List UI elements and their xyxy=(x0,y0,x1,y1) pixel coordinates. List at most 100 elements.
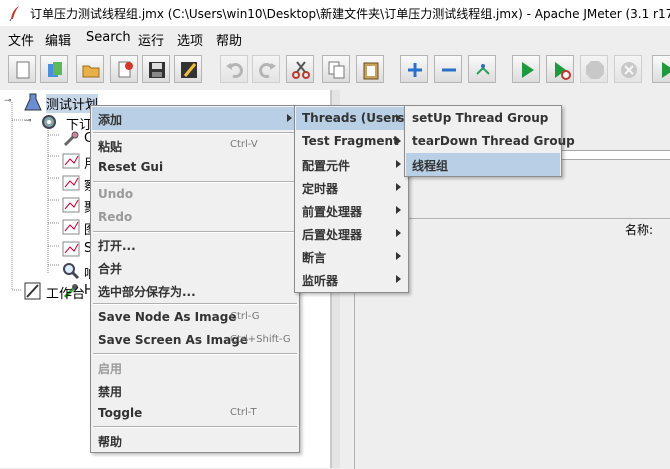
menu-disable[interactable]: 禁用 xyxy=(92,379,298,402)
submenu-thread-group[interactable]: 线程组 xyxy=(406,153,560,176)
tree-child-listener-5[interactable]: S xyxy=(62,240,92,262)
menu-help-label: 帮助 xyxy=(98,435,123,449)
tree-child-listener-4[interactable]: 图 xyxy=(62,218,97,240)
collapse-all-button[interactable] xyxy=(434,55,462,83)
submenu-postprocessor[interactable]: 后置处理器 xyxy=(296,222,407,245)
name-label: 名称: xyxy=(625,223,654,237)
redo-button[interactable] xyxy=(252,55,280,83)
graph-icon xyxy=(62,219,80,235)
submenu-teardown-thread-group[interactable]: tearDown Thread Group xyxy=(406,130,575,153)
submenu-arrow-icon xyxy=(396,160,401,168)
submenu-arrow-icon xyxy=(396,275,401,283)
menu-enable[interactable]: 启用 xyxy=(92,356,298,379)
menu-open[interactable]: 打开... xyxy=(92,233,298,256)
menu-help[interactable]: 帮助 xyxy=(216,30,242,49)
menu-undo[interactable]: Undo xyxy=(92,183,298,206)
magnifier-icon xyxy=(63,263,80,280)
menu-run[interactable]: 运行 xyxy=(138,30,164,49)
remote-start-button[interactable] xyxy=(652,55,670,83)
workbench-icon xyxy=(24,282,41,300)
templates-icon xyxy=(48,62,62,77)
copy-button[interactable] xyxy=(322,55,350,83)
submenu-arrow-icon xyxy=(396,229,401,237)
menu-enable-label: 启用 xyxy=(98,362,123,376)
redo-icon xyxy=(259,63,276,78)
submenu-test-fragment-label: Test Fragment xyxy=(302,134,399,148)
menu-redo[interactable]: Redo xyxy=(92,206,298,229)
plus-icon xyxy=(408,63,422,77)
save-button[interactable] xyxy=(142,55,170,83)
graph-icon xyxy=(62,175,80,191)
menu-separator xyxy=(93,303,297,305)
submenu-test-fragment[interactable]: Test Fragment xyxy=(296,130,407,153)
scissors-icon xyxy=(292,61,310,79)
submenu-threads[interactable]: Threads (Users) xyxy=(296,107,410,130)
jmeter-feather-icon xyxy=(9,6,19,21)
menu-toggle[interactable]: Toggle Ctrl-T xyxy=(92,402,298,425)
graph-icon xyxy=(62,153,80,169)
menu-reset-gui-label: Reset Gui xyxy=(98,160,164,174)
menu-reset-gui[interactable]: Reset Gui xyxy=(92,156,298,179)
new-button[interactable] xyxy=(8,55,36,83)
menu-undo-label: Undo xyxy=(98,187,134,201)
menu-save-screen-image-label: Save Screen As Image xyxy=(98,333,248,347)
submenu-config[interactable]: 配置元件 xyxy=(296,153,407,176)
menu-open-label: 打开... xyxy=(98,239,136,253)
start-button[interactable] xyxy=(512,55,540,83)
submenu-setup-thread-group[interactable]: setUp Thread Group xyxy=(406,107,560,130)
submenu-listener[interactable]: 监听器 xyxy=(296,268,407,291)
undo-button[interactable] xyxy=(220,55,248,83)
stop-button[interactable] xyxy=(580,55,608,83)
menu-save-screen-image[interactable]: Save Screen As Image Ctrl+Shift-G xyxy=(92,329,298,352)
paste-icon xyxy=(363,62,379,80)
menu-edit[interactable]: 编辑 xyxy=(45,30,71,49)
tree-child-listener-2[interactable]: 察 xyxy=(62,174,97,196)
play-no-timers-icon xyxy=(555,62,571,80)
expand-all-button[interactable] xyxy=(400,55,428,83)
collapse-toggle-icon[interactable]: ⊸ xyxy=(4,96,12,106)
add-submenu: Threads (Users) Test Fragment 配置元件 定时器 前… xyxy=(294,105,410,293)
close-button[interactable] xyxy=(110,55,138,83)
tree-child-listener-1[interactable]: 用 xyxy=(62,152,97,174)
submenu-timer[interactable]: 定时器 xyxy=(296,176,407,199)
menu-add[interactable]: 添加 xyxy=(92,107,298,130)
save-as-button[interactable] xyxy=(174,55,202,83)
tree-child-listener-3[interactable]: 聚 xyxy=(62,196,97,218)
new-icon xyxy=(16,61,30,79)
open-button[interactable] xyxy=(76,55,104,83)
collapse-toggle-icon[interactable]: ⊸ xyxy=(24,116,32,126)
submenu-threads-label: Threads (Users) xyxy=(302,111,410,125)
tree-child-config[interactable]: C xyxy=(62,130,93,152)
submenu-arrow-icon xyxy=(287,114,292,122)
submenu-preprocessor[interactable]: 前置处理器 xyxy=(296,199,407,222)
stop-icon xyxy=(586,61,604,79)
submenu-assertion[interactable]: 断言 xyxy=(296,245,407,268)
menu-separator xyxy=(93,426,297,428)
wrench-icon xyxy=(63,131,79,147)
tree-child-listener-6[interactable]: 响 xyxy=(62,262,97,284)
submenu-timer-label: 定时器 xyxy=(302,182,339,196)
templates-button[interactable] xyxy=(40,55,68,83)
start-no-pauses-button[interactable] xyxy=(546,55,574,83)
shutdown-button[interactable] xyxy=(614,55,642,83)
submenu-arrow-icon xyxy=(396,137,401,145)
flask-icon xyxy=(24,93,42,111)
submenu-teardown-thread-group-label: tearDown Thread Group xyxy=(412,134,575,148)
menu-options[interactable]: 选项 xyxy=(177,30,203,49)
menu-save-node-image-label: Save Node As Image xyxy=(98,310,237,324)
tree-workbench[interactable]: 工作台 xyxy=(24,282,85,304)
undo-icon xyxy=(226,63,243,78)
menu-file[interactable]: 文件 xyxy=(8,30,34,49)
menu-save-node-image[interactable]: Save Node As Image Ctrl-G xyxy=(92,306,298,329)
paste-button[interactable] xyxy=(356,55,384,83)
save-icon xyxy=(149,62,165,78)
toggle-button[interactable] xyxy=(468,55,496,83)
menu-save-selection-label: 选中部分保存为... xyxy=(98,285,196,299)
cut-button[interactable] xyxy=(286,55,314,83)
text-field-edge[interactable] xyxy=(558,150,670,160)
menu-paste[interactable]: 粘贴 Ctrl-V xyxy=(92,134,298,157)
menu-search[interactable]: Search xyxy=(86,30,131,45)
menu-merge[interactable]: 合并 xyxy=(92,256,298,279)
menu-help[interactable]: 帮助 xyxy=(92,429,298,452)
menu-save-selection[interactable]: 选中部分保存为... xyxy=(92,279,298,302)
